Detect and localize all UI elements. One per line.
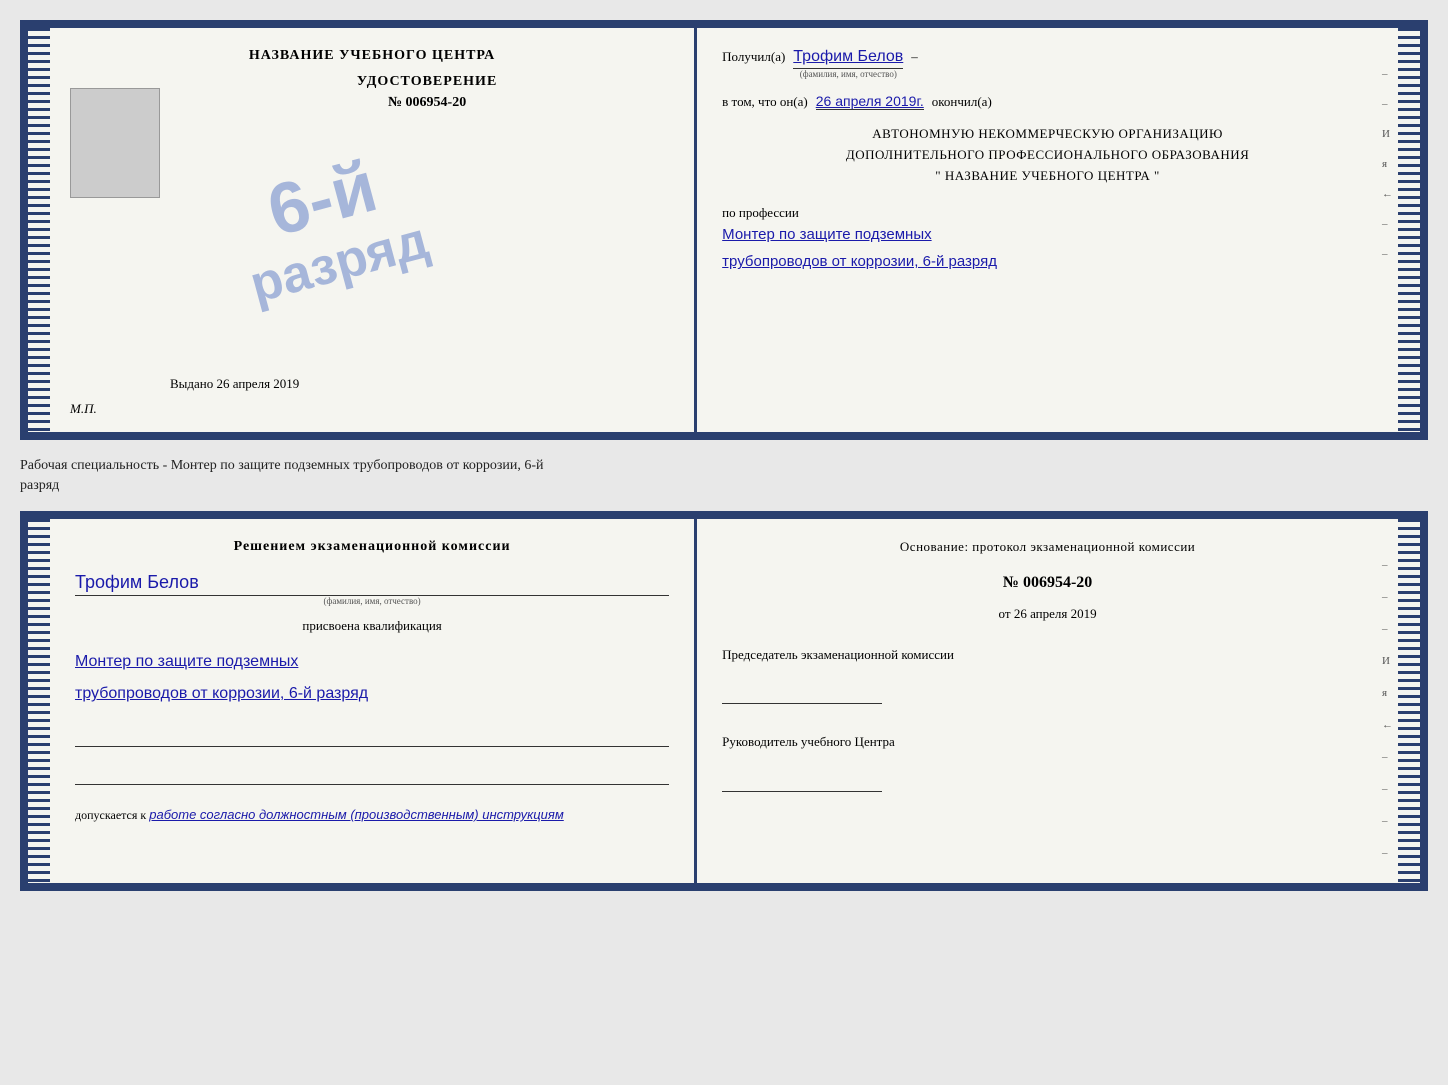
deco-b-10: –: [1382, 847, 1393, 859]
side-char-3: И: [1382, 128, 1393, 140]
blank-line-1: [75, 727, 669, 747]
stamp-text-line2: разряд: [244, 210, 435, 315]
blank-line-2: [75, 765, 669, 785]
profession-line1: Монтер по защите подземных: [722, 221, 1373, 248]
dopuskaetsya-label: допускается к: [75, 808, 146, 822]
rukovoditel-title: Руководитель учебного Центра: [722, 733, 1373, 751]
poluchil-name: Трофим Белов: [793, 48, 903, 69]
org-name-block: АВТОНОМНУЮ НЕКОММЕРЧЕСКУЮ ОРГАНИЗАЦИЮ ДО…: [722, 124, 1373, 186]
page-wrapper: НАЗВАНИЕ УЧЕБНОГО ЦЕНТРА 6-й разряд УДОС…: [20, 20, 1428, 891]
label-line1: Рабочая специальность - Монтер по защите…: [20, 456, 1428, 476]
deco-b-4: И: [1382, 655, 1393, 667]
vtom-date: 26 апреля 2019г.: [816, 93, 924, 110]
right-border-decoration-top: [1398, 28, 1420, 432]
deco-b-1: –: [1382, 559, 1393, 571]
photo-placeholder: [70, 88, 160, 198]
profession-block: по профессии Монтер по защите подземных …: [722, 205, 1373, 275]
org-line2: ДОПОЛНИТЕЛЬНОГО ПРОФЕССИОНАЛЬНОГО ОБРАЗО…: [722, 145, 1373, 166]
ot-date: 26 апреля 2019: [1014, 606, 1097, 621]
fio-hint-bottom: (фамилия, имя, отчество): [75, 596, 669, 606]
person-name-block: Трофим Белов (фамилия, имя, отчество): [75, 572, 669, 606]
mp-line: М.П.: [70, 401, 97, 417]
side-char-6: –: [1382, 218, 1393, 230]
profession-line2: трубопроводов от коррозии, 6-й разряд: [722, 248, 1373, 275]
right-border-decoration-bottom: [1398, 519, 1420, 883]
po-professii: по профессии: [722, 205, 1373, 221]
side-lines-top: – – И я ← – –: [1382, 68, 1393, 260]
vtom-label: в том, что он(а): [722, 94, 808, 110]
fio-hint-top: (фамилия, имя, отчество): [800, 69, 897, 79]
ot-date-block: от 26 апреля 2019: [722, 606, 1373, 622]
deco-b-6: ←: [1382, 719, 1393, 731]
rukovoditel-signature-line: [722, 772, 882, 792]
deco-b-5: я: [1382, 687, 1393, 699]
dopuskaetsya-text: работе согласно должностным (производств…: [149, 807, 564, 822]
certificate-bottom: Решением экзаменационной комиссии Трофим…: [20, 511, 1428, 891]
cert-left: НАЗВАНИЕ УЧЕБНОГО ЦЕНТРА 6-й разряд УДОС…: [50, 28, 697, 432]
vydano-label: Выдано: [170, 376, 213, 391]
okoncnil-label: окончил(а): [932, 94, 992, 110]
qual-line1: Монтер по защите подземных: [75, 646, 669, 678]
cert-center-content: УДОСТОВЕРЕНИЕ № 006954-20: [75, 74, 669, 131]
deco-b-7: –: [1382, 751, 1393, 763]
predsedatel-block: Председатель экзаменационной комиссии: [722, 646, 1373, 704]
person-name-hw: Трофим Белов: [75, 572, 669, 596]
side-deco-bottom: – – – И я ← – – – –: [1382, 559, 1393, 859]
qual-line2: трубопроводов от коррозии, 6-й разряд: [75, 678, 669, 710]
vtom-line: в том, что он(а) 26 апреля 2019г. окончи…: [722, 93, 1373, 110]
udost-number: № 006954-20: [388, 95, 466, 111]
side-char-1: –: [1382, 68, 1393, 80]
blank-lines: [75, 727, 669, 785]
osnovanie-title: Основание: протокол экзаменационной коми…: [722, 539, 1373, 555]
predsedatel-signature-line: [722, 684, 882, 704]
vydano-line: Выдано 26 апреля 2019: [170, 376, 299, 392]
stamp-text-line1: 6-й: [261, 150, 384, 248]
label-between: Рабочая специальность - Монтер по защите…: [20, 452, 1428, 499]
cert-right: Получил(а) Трофим Белов (фамилия, имя, о…: [697, 28, 1398, 432]
left-border-decoration-bottom: [28, 519, 50, 883]
deco-b-9: –: [1382, 815, 1393, 827]
left-border-decoration: [28, 28, 50, 432]
qualification-block: Монтер по защите подземных трубопроводов…: [75, 646, 669, 710]
decision-title: Решением экзаменационной комиссии: [75, 539, 669, 555]
org-line1: АВТОНОМНУЮ НЕКОММЕРЧЕСКУЮ ОРГАНИЗАЦИЮ: [722, 124, 1373, 145]
deco-b-3: –: [1382, 623, 1393, 635]
label-line2: разряд: [20, 476, 1428, 496]
cert-bottom-left: Решением экзаменационной комиссии Трофим…: [50, 519, 697, 883]
cert-top-title: НАЗВАНИЕ УЧЕБНОГО ЦЕНТРА: [249, 48, 495, 64]
certificate-top: НАЗВАНИЕ УЧЕБНОГО ЦЕНТРА 6-й разряд УДОС…: [20, 20, 1428, 440]
dopuskaetsya-block: допускается к работе согласно должностны…: [75, 807, 669, 823]
poluchil-label: Получил(а): [722, 49, 785, 65]
side-char-2: –: [1382, 98, 1393, 110]
deco-b-2: –: [1382, 591, 1393, 603]
side-char-7: –: [1382, 248, 1393, 260]
org-line3: " НАЗВАНИЕ УЧЕБНОГО ЦЕНТРА ": [722, 166, 1373, 187]
cert-bottom-right: Основание: протокол экзаменационной коми…: [697, 519, 1398, 883]
side-char-4: я: [1382, 158, 1393, 170]
poluchil-line: Получил(а) Трофим Белов (фамилия, имя, о…: [722, 48, 1373, 79]
dash1: –: [911, 49, 918, 65]
prisvoena-text: присвоена квалификация: [75, 618, 669, 634]
rukovoditel-block: Руководитель учебного Центра: [722, 733, 1373, 791]
predsedatel-title: Председатель экзаменационной комиссии: [722, 646, 1373, 664]
protocol-number: № 006954-20: [722, 574, 1373, 592]
vydano-date: 26 апреля 2019: [217, 376, 300, 391]
udost-title: УДОСТОВЕРЕНИЕ: [357, 74, 497, 90]
deco-b-8: –: [1382, 783, 1393, 795]
ot-label: от: [999, 606, 1011, 621]
side-char-5: ←: [1382, 188, 1393, 200]
